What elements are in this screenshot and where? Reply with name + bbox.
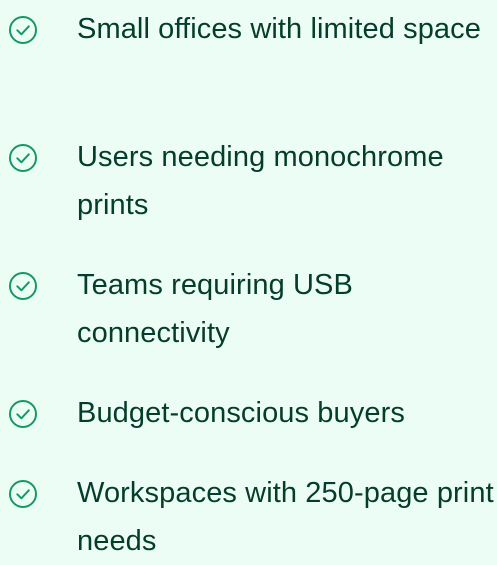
feature-list: Small offices with limited space Users n… — [0, 0, 497, 557]
list-item-label: Small offices with limited space — [77, 13, 481, 45]
check-circle-icon — [8, 143, 38, 173]
list-item-label: Budget-conscious buyers — [77, 397, 405, 429]
check-circle-icon — [8, 271, 38, 301]
check-circle-icon — [8, 399, 38, 429]
list-item-label: Users needing monochrome prints — [77, 141, 444, 221]
check-circle-icon — [8, 15, 38, 45]
list-item-label: Workspaces with 250-page print needs — [77, 477, 494, 557]
check-circle-icon — [8, 479, 38, 509]
list-item-label: Teams requiring USB connectivity — [77, 269, 353, 349]
